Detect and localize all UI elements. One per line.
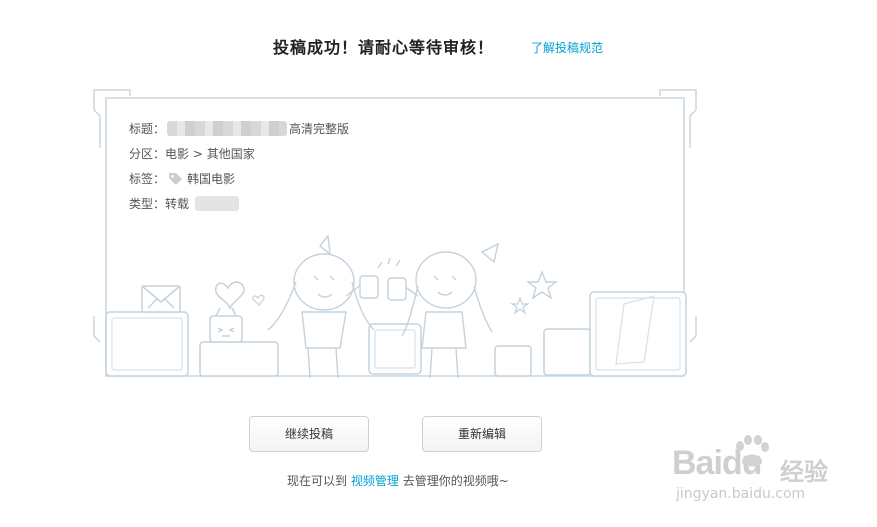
redacted-source	[195, 196, 240, 211]
paw-icon	[732, 434, 772, 474]
continue-upload-button[interactable]: 继续投稿	[249, 416, 369, 452]
envelope-icon	[141, 285, 181, 313]
watermark-cn: 经验	[780, 458, 828, 486]
tags-label: 标签：	[129, 172, 166, 186]
title-label: 标题：	[129, 122, 166, 136]
category-row: 分区：电影 > 其他国家	[129, 145, 349, 170]
submission-info: 标题： 高清完整版 分区：电影 > 其他国家 标签： 韩国电影 类型：转载	[129, 120, 349, 220]
page-title: 投稿成功！请耐心等待审核！	[273, 38, 495, 57]
type-value: 转载	[165, 197, 190, 211]
upload-success-page: 投稿成功！请耐心等待审核！ 了解投稿规范 标题： 高清完整版 分区：电影 > 其…	[0, 0, 877, 527]
tag-value[interactable]: 韩国电影	[187, 172, 235, 186]
category-label: 分区：	[129, 147, 166, 161]
footer-suffix: 去管理你的视频哦~	[402, 474, 509, 488]
type-label: 类型：	[129, 197, 166, 211]
tags-row: 标签： 韩国电影	[129, 170, 349, 195]
category-value: 电影 > 其他国家	[165, 147, 255, 161]
heart-icon	[214, 281, 245, 310]
tv-mascot-icon	[209, 307, 243, 343]
title-row: 标题： 高清完整版	[129, 120, 349, 145]
tag-icon	[167, 170, 184, 187]
redacted-title	[167, 121, 288, 136]
footer-prefix: 现在可以到	[287, 474, 348, 488]
video-manage-link[interactable]: 视频管理	[351, 474, 399, 488]
title-suffix: 高清完整版	[289, 122, 350, 136]
baidu-jingyan-watermark: Baidu 经验 jingyan.baidu.com	[672, 428, 832, 508]
type-row: 类型：转载	[129, 195, 349, 220]
upload-rules-link[interactable]: 了解投稿规范	[531, 39, 603, 56]
re-edit-button[interactable]: 重新编辑	[422, 416, 542, 452]
header: 投稿成功！请耐心等待审核！ 了解投稿规范	[0, 34, 877, 58]
star-icon	[525, 270, 559, 300]
watermark-url: jingyan.baidu.com	[676, 486, 806, 502]
